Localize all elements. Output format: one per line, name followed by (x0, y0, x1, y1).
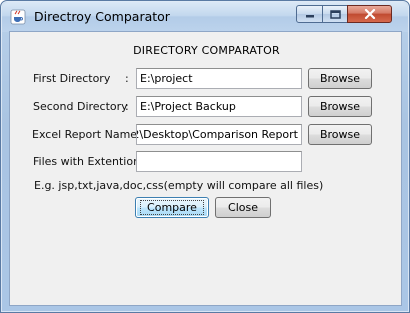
second-directory-input[interactable]: E:\Project Backup (136, 96, 302, 117)
excel-report-name-input[interactable]: ell 2\Desktop\Comparison Report (136, 124, 302, 145)
app-window: Directroy Comparator DIRECTORY COMPARATO… (0, 0, 410, 313)
browse-excel-report-button[interactable]: Browse (308, 124, 372, 145)
file-extension-input[interactable] (136, 151, 302, 172)
maximize-button[interactable] (322, 5, 348, 23)
form-panel: DIRECTORY COMPARATOR First Directory : E… (9, 31, 402, 306)
browse-second-directory-button[interactable]: Browse (308, 96, 372, 117)
excel-report-name-label: Excel Report Name : (32, 128, 145, 141)
first-directory-input[interactable]: E:\project (136, 68, 302, 89)
close-icon (364, 9, 375, 19)
compare-label: Compare (140, 200, 204, 215)
form-heading: DIRECTORY COMPARATOR (133, 44, 280, 57)
first-directory-label: First Directory (33, 72, 111, 85)
close-button[interactable]: Close (215, 197, 271, 218)
file-extension-label: Files with Extention: (33, 155, 144, 168)
excel-report-name-value: ell 2\Desktop\Comparison Report (136, 128, 298, 141)
title-bar[interactable]: Directroy Comparator (2, 2, 408, 32)
extension-hint: E.g. jsp,txt,java,doc,css(empty will com… (34, 179, 324, 192)
minimize-button[interactable] (296, 5, 323, 23)
first-directory-colon: : (125, 72, 129, 85)
maximize-icon (329, 9, 341, 19)
window-title: Directroy Comparator (34, 9, 170, 24)
close-window-button[interactable] (347, 5, 392, 23)
compare-button[interactable]: Compare (135, 197, 209, 218)
browse-first-directory-button[interactable]: Browse (308, 68, 372, 89)
minimize-icon (305, 15, 314, 18)
java-coffee-icon (10, 9, 26, 25)
second-directory-label: Second Directory (33, 100, 128, 113)
second-directory-colon: : (125, 100, 129, 113)
